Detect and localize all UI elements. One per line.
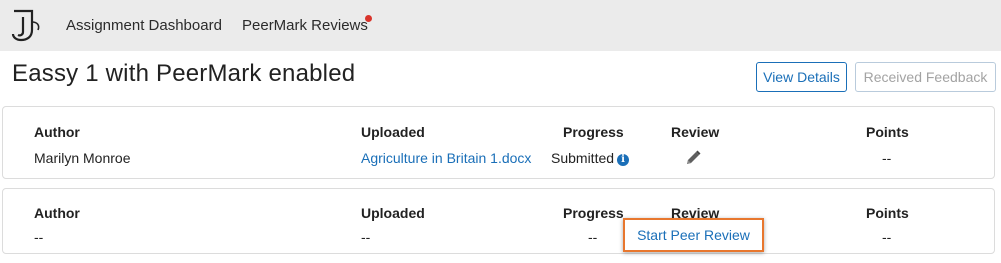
col-review-header: Review bbox=[671, 124, 720, 140]
uploaded-value: -- bbox=[361, 229, 371, 245]
page-title: Eassy 1 with PeerMark enabled bbox=[12, 60, 356, 87]
pencil-icon[interactable] bbox=[684, 149, 702, 167]
progress-status: Submitted i bbox=[551, 150, 630, 166]
author-value: Marilyn Monroe bbox=[34, 150, 131, 166]
col-author-header: Author bbox=[34, 124, 80, 140]
progress-value: -- bbox=[588, 229, 598, 245]
progress-status-label: Submitted bbox=[551, 150, 615, 166]
info-icon[interactable]: i bbox=[617, 154, 630, 166]
start-peer-review-button[interactable]: Start Peer Review bbox=[637, 227, 750, 243]
start-peer-review-highlight: Start Peer Review bbox=[623, 218, 764, 252]
col-points-header: Points bbox=[866, 124, 909, 140]
points-value: -- bbox=[882, 150, 892, 166]
submission-card-1 bbox=[2, 106, 995, 179]
notification-dot bbox=[365, 15, 372, 22]
col-progress-header: Progress bbox=[563, 205, 624, 221]
turnitin-logo-icon[interactable] bbox=[10, 8, 42, 42]
submission-card-2 bbox=[2, 188, 995, 254]
nav-peermark-reviews[interactable]: PeerMark Reviews bbox=[242, 17, 368, 34]
top-nav: Assignment Dashboard PeerMark Reviews bbox=[0, 0, 1001, 51]
view-details-button[interactable]: View Details bbox=[756, 62, 847, 92]
col-author-header: Author bbox=[34, 205, 80, 221]
author-value: -- bbox=[34, 229, 44, 245]
col-uploaded-header: Uploaded bbox=[361, 124, 425, 140]
received-feedback-button[interactable]: Received Feedback bbox=[855, 62, 996, 92]
col-uploaded-header: Uploaded bbox=[361, 205, 425, 221]
points-value: -- bbox=[882, 229, 892, 245]
col-progress-header: Progress bbox=[563, 124, 624, 140]
nav-assignment-dashboard[interactable]: Assignment Dashboard bbox=[66, 17, 222, 34]
col-points-header: Points bbox=[866, 205, 909, 221]
uploaded-file-link[interactable]: Agriculture in Britain 1.docx bbox=[361, 150, 531, 166]
